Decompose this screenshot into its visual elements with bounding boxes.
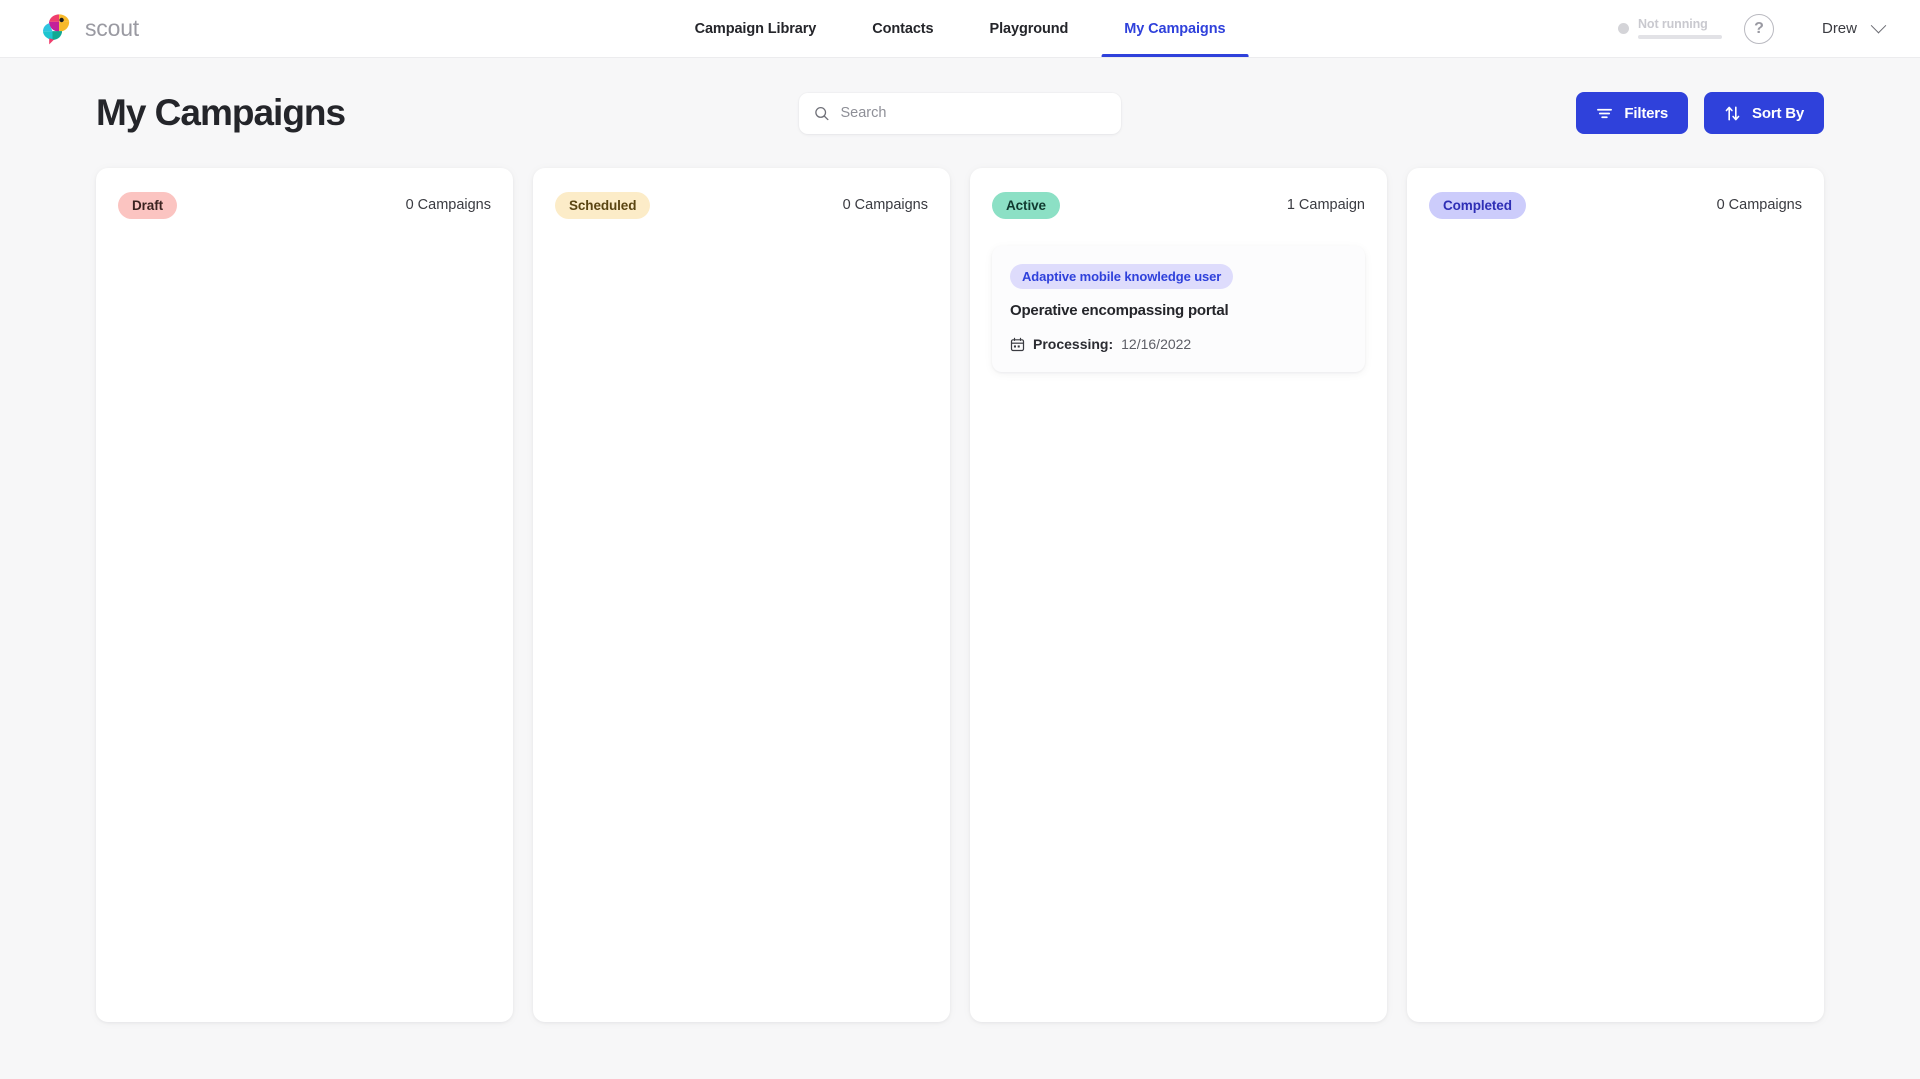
campaign-card[interactable]: Adaptive mobile knowledge user Operative… [992, 246, 1365, 372]
filters-button[interactable]: Filters [1576, 92, 1689, 134]
nav-item-my-campaigns[interactable]: My Campaigns [1096, 0, 1253, 57]
nav-label: My Campaigns [1124, 20, 1226, 37]
column-body-active: Adaptive mobile knowledge user Operative… [992, 220, 1365, 372]
calendar-icon [1010, 337, 1025, 351]
nav-item-campaign-library[interactable]: Campaign Library [667, 0, 845, 57]
nav-label: Campaign Library [694, 20, 817, 37]
nav-label: Playground [989, 20, 1069, 37]
filters-button-label: Filters [1624, 104, 1669, 122]
search-input[interactable] [840, 105, 1106, 121]
user-menu[interactable]: Drew [1821, 17, 1887, 37]
status-badge-active: Active [992, 191, 1060, 219]
app-header: scout Campaign Library Contacts Playgrou… [0, 0, 1920, 58]
status-dot-icon [1617, 23, 1629, 34]
column-header: Scheduled 0 Campaigns [555, 190, 928, 220]
nav-item-contacts[interactable]: Contacts [844, 0, 961, 57]
search-box[interactable] [799, 92, 1121, 134]
search-icon [815, 106, 829, 120]
status-badge-completed: Completed [1429, 191, 1526, 219]
column-header: Completed 0 Campaigns [1429, 190, 1802, 220]
header-right-group: Not running ? Drew [1617, 13, 1887, 44]
status-label: Not running [1637, 17, 1708, 32]
campaign-card-tag: Adaptive mobile knowledge user [1010, 264, 1234, 289]
campaign-card-meta-value: 12/16/2022 [1121, 336, 1192, 352]
column-header: Active 1 Campaign [992, 190, 1365, 220]
sort-arrows-icon [1725, 106, 1740, 120]
main-nav: Campaign Library Contacts Playground My … [667, 0, 1254, 57]
run-status-indicator: Not running [1617, 17, 1722, 39]
nav-item-playground[interactable]: Playground [962, 0, 1097, 57]
page-content: My Campaigns Filters [0, 58, 1920, 1022]
campaign-card-meta-label: Processing: [1033, 336, 1114, 352]
status-text-group: Not running [1637, 17, 1722, 39]
status-badge-draft: Draft [118, 191, 178, 219]
column-draft: Draft 0 Campaigns [96, 168, 513, 1022]
brand-logo-link[interactable]: scout [42, 0, 139, 57]
filter-icon [1597, 108, 1613, 118]
column-header: Draft 0 Campaigns [118, 190, 491, 220]
column-completed: Completed 0 Campaigns [1407, 168, 1824, 1022]
status-progress-bar [1637, 34, 1722, 39]
column-scheduled: Scheduled 0 Campaigns [533, 168, 950, 1022]
user-name: Drew [1821, 20, 1857, 37]
column-body-completed [1429, 220, 1802, 246]
column-body-draft [118, 220, 491, 246]
brand-name: scout [85, 15, 139, 41]
sort-by-button[interactable]: Sort By [1704, 92, 1824, 134]
column-body-scheduled [555, 220, 928, 246]
column-count-active: 1 Campaign [1286, 197, 1365, 213]
column-count-draft: 0 Campaigns [405, 197, 491, 213]
column-count-completed: 0 Campaigns [1716, 197, 1802, 213]
sort-by-button-label: Sort By [1752, 104, 1804, 122]
column-count-scheduled: 0 Campaigns [842, 197, 928, 213]
chevron-down-icon [1870, 17, 1887, 34]
column-active: Active 1 Campaign Adaptive mobile knowle… [970, 168, 1387, 1022]
page-toolbar: My Campaigns Filters [96, 58, 1824, 168]
campaign-card-title: Operative encompassing portal [1010, 302, 1229, 319]
campaign-card-meta: Processing: 12/16/2022 [1010, 336, 1347, 352]
status-badge-scheduled: Scheduled [555, 191, 651, 219]
question-mark-icon: ? [1754, 19, 1764, 37]
parrot-logo-icon [42, 13, 70, 44]
nav-label: Contacts [872, 20, 934, 37]
page-title: My Campaigns [96, 92, 346, 133]
toolbar-actions: Filters Sort By [1576, 92, 1824, 134]
campaign-board: Draft 0 Campaigns Scheduled 0 Campaigns … [96, 168, 1824, 1022]
help-button[interactable]: ? [1743, 13, 1774, 44]
